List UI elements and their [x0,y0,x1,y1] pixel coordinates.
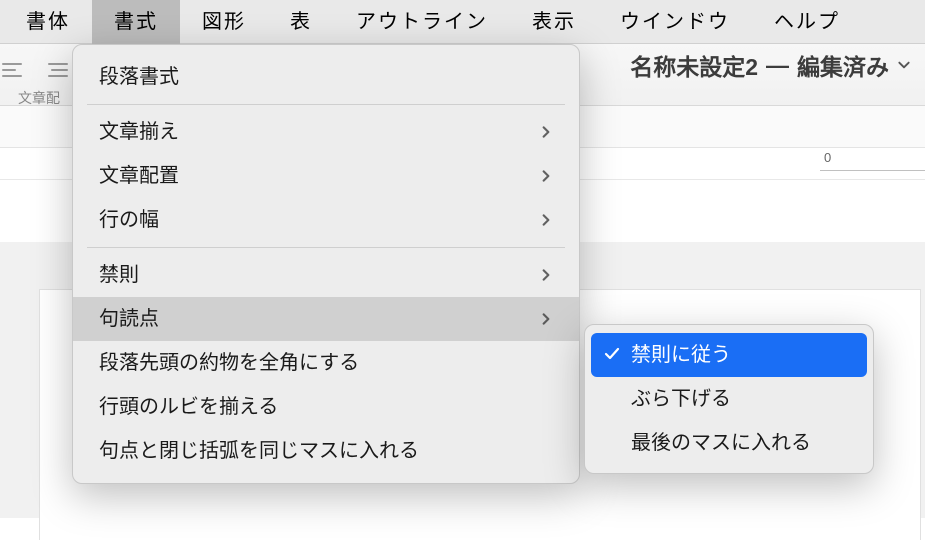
chevron-right-icon [539,125,553,139]
dd-text-placement[interactable]: 文章配置 [73,154,579,198]
dd-label: 句点と閉じ括弧を同じマスに入れる [99,429,419,473]
dd-label: 行の幅 [99,198,159,242]
dd-label: 文章配置 [99,154,179,198]
doc-status: 編集済み [797,48,889,82]
chevron-down-icon [897,58,911,72]
chevron-right-icon [539,268,553,282]
toolbar-label: 文章配 [18,88,60,108]
sub-hang[interactable]: ぶら下げる [591,377,867,421]
sub-follow-kinsoku[interactable]: 禁則に従う [591,333,867,377]
dd-paragraph-format[interactable]: 段落書式 [73,55,579,99]
align-icon[interactable] [0,60,24,80]
dd-label: 禁則 [99,253,139,297]
dd-punctuation[interactable]: 句読点 [73,297,579,341]
chevron-right-icon [539,169,553,183]
sub-last-cell[interactable]: 最後のマスに入れる [591,421,867,465]
toolbar-icons [0,60,70,80]
menu-shape[interactable]: 図形 [180,0,268,44]
dd-line-width[interactable]: 行の幅 [73,198,579,242]
menu-format[interactable]: 書式 [92,0,180,44]
dd-separator [87,247,565,248]
menu-help[interactable]: ヘルプ [752,0,862,44]
align2-icon[interactable] [46,60,70,80]
chevron-right-icon [539,312,553,326]
menu-outline[interactable]: アウトライン [334,0,510,44]
dd-label: 段落先頭の約物を全角にする [99,341,359,385]
dd-label: 句読点 [99,297,159,341]
check-icon [603,345,621,363]
document-title[interactable]: 名称未設定2 — 編集済み [630,48,911,82]
sub-label: ぶら下げる [631,388,731,410]
menu-table[interactable]: 表 [268,0,334,44]
doc-sep: — [766,52,789,79]
dd-kuten-bracket-same-cell[interactable]: 句点と閉じ括弧を同じマスに入れる [73,429,579,473]
chevron-right-icon [539,213,553,227]
menubar: 書体 書式 図形 表 アウトライン 表示 ウインドウ ヘルプ [0,0,925,44]
sub-label: 禁則に従う [631,344,731,366]
format-dropdown: 段落書式 文章揃え 文章配置 行の幅 禁則 句読点 段落先頭の約物を全角にする … [72,44,580,484]
menu-window[interactable]: ウインドウ [598,0,752,44]
dd-label: 文章揃え [99,110,179,154]
dd-label: 行頭のルビを揃える [99,385,278,429]
dd-separator [87,104,565,105]
punctuation-submenu: 禁則に従う ぶら下げる 最後のマスに入れる [584,324,874,474]
ruler-tick-0: 0 [824,150,831,165]
menu-font[interactable]: 書体 [4,0,92,44]
dd-text-align[interactable]: 文章揃え [73,110,579,154]
dd-ruby-align[interactable]: 行頭のルビを揃える [73,385,579,429]
dd-label: 段落書式 [99,55,179,99]
sub-label: 最後のマスに入れる [631,432,811,454]
menu-view[interactable]: 表示 [510,0,598,44]
doc-name: 名称未設定2 [630,48,758,82]
dd-kinsoku[interactable]: 禁則 [73,253,579,297]
dd-fullwidth-yakumono[interactable]: 段落先頭の約物を全角にする [73,341,579,385]
